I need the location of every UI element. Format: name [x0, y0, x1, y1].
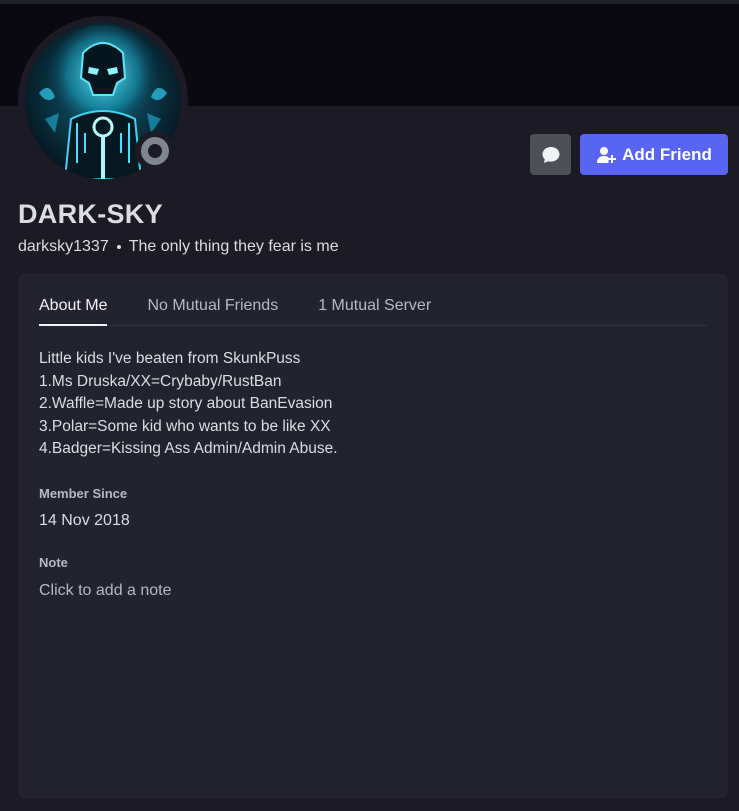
member-since-date: 14 Nov 2018	[39, 511, 130, 529]
offline-status-icon	[141, 137, 169, 165]
bio-line: Little kids I've beaten from SkunkPuss	[39, 350, 301, 367]
user-subline: darksky1337 The only thing they fear is …	[18, 238, 339, 256]
bio: Little kids I've beaten from SkunkPuss 1…	[39, 348, 707, 461]
bio-line: 1.Ms Druska/XX=Crybaby/RustBan	[39, 372, 282, 390]
add-person-icon	[597, 146, 617, 163]
about-me-content: Little kids I've beaten from SkunkPuss 1…	[39, 348, 707, 600]
tab-about-me[interactable]: About Me	[39, 273, 108, 326]
note-title: Note	[39, 554, 68, 570]
chat-bubble-icon	[542, 146, 559, 163]
bio-line: 2.Waffle=Made up story about BanEvasion	[39, 395, 333, 412]
separator-dot	[116, 245, 121, 249]
custom-status: The only thing they fear is me	[128, 238, 339, 255]
add-friend-button[interactable]: Add Friend	[580, 134, 728, 175]
member-since-title: Member Since	[39, 485, 128, 501]
bio-line: 3.Polar=Some kid who wants to be like XX	[39, 417, 331, 435]
tab-mutual-friends[interactable]: No Mutual Friends	[147, 273, 278, 325]
tab-mutual-servers[interactable]: 1 Mutual Server	[318, 273, 431, 325]
user-profile: Add Friend DARK-SKY darksky1337 The only…	[0, 0, 739, 811]
add-friend-label: Add Friend	[622, 144, 712, 164]
profile-panel: About Me No Mutual Friends 1 Mutual Serv…	[18, 273, 728, 799]
profile-tabs: About Me No Mutual Friends 1 Mutual Serv…	[39, 273, 707, 326]
username: darksky1337	[18, 238, 109, 255]
message-button[interactable]	[530, 134, 571, 175]
display-name: DARK-SKY	[18, 199, 163, 229]
status-indicator	[135, 131, 175, 171]
note-input[interactable]: Click to add a note	[39, 582, 707, 600]
avatar-frame	[18, 16, 188, 186]
bio-line: 4.Badger=Kissing Ass Admin/Admin Abuse.	[39, 440, 338, 457]
